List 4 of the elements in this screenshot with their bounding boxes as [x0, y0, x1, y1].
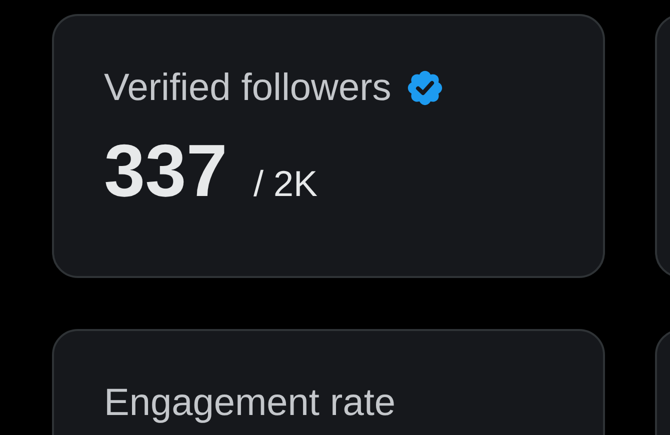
stat-value: 337 [104, 128, 228, 214]
card-title: Verified followers [104, 66, 392, 111]
card-title: Engagement rate [104, 381, 396, 426]
stat-total: / 2K [253, 163, 318, 205]
